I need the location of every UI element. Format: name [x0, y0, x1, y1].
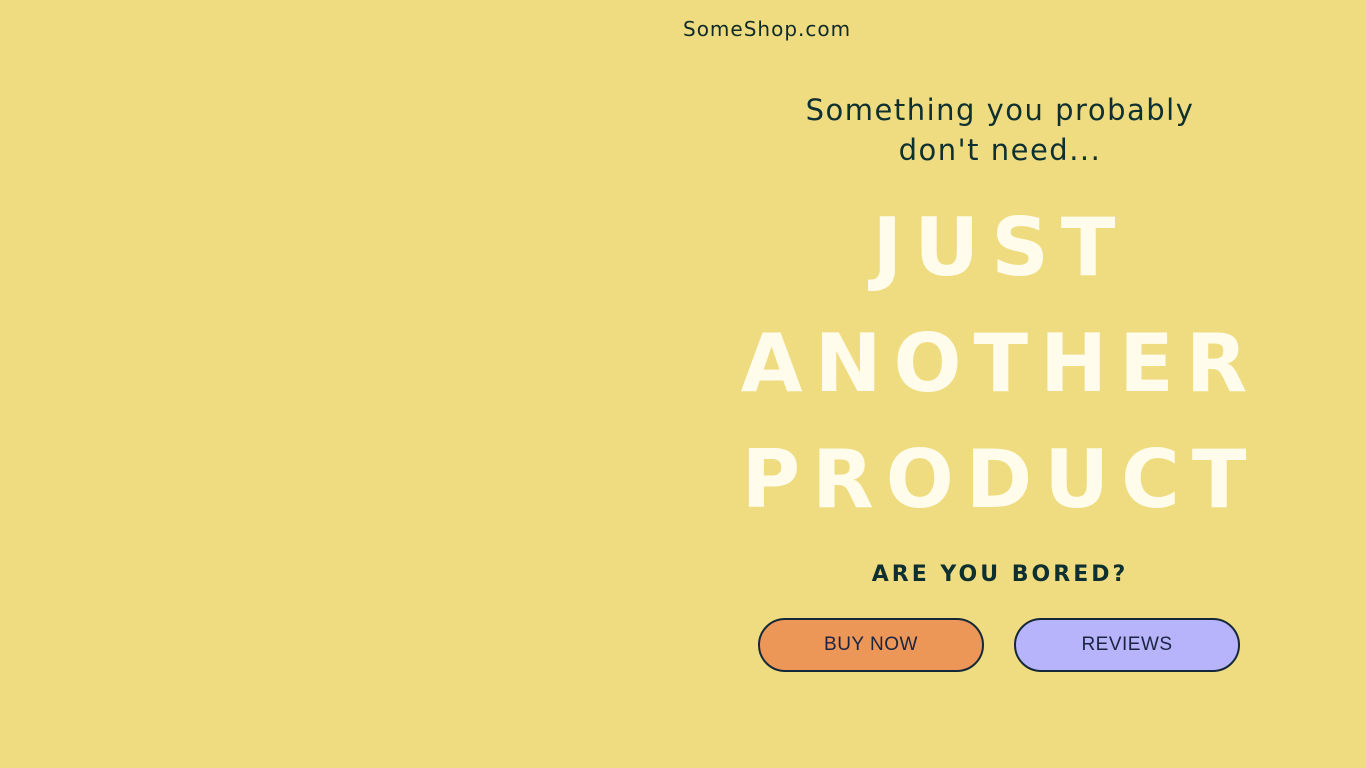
hero-tagline: Something you probably don't need... [805, 93, 1195, 167]
reviews-button[interactable]: REVIEWS [1014, 618, 1240, 672]
headline-line-2: ANOTHER [740, 317, 1260, 410]
cta-group: BUY NOW REVIEWS [758, 618, 1240, 672]
headline-line-3: PRODUCT [741, 433, 1259, 526]
headline-line-1: JUST [872, 201, 1128, 294]
site-brand[interactable]: SomeShop.com [683, 17, 851, 41]
hero-subhead: ARE YOU BORED? [871, 562, 1129, 587]
buy-now-button[interactable]: BUY NOW [758, 618, 984, 672]
hero-section: Something you probably don't need... JUS… [730, 90, 1270, 587]
hero-headline: JUST ANOTHER PRODUCT [730, 190, 1270, 538]
